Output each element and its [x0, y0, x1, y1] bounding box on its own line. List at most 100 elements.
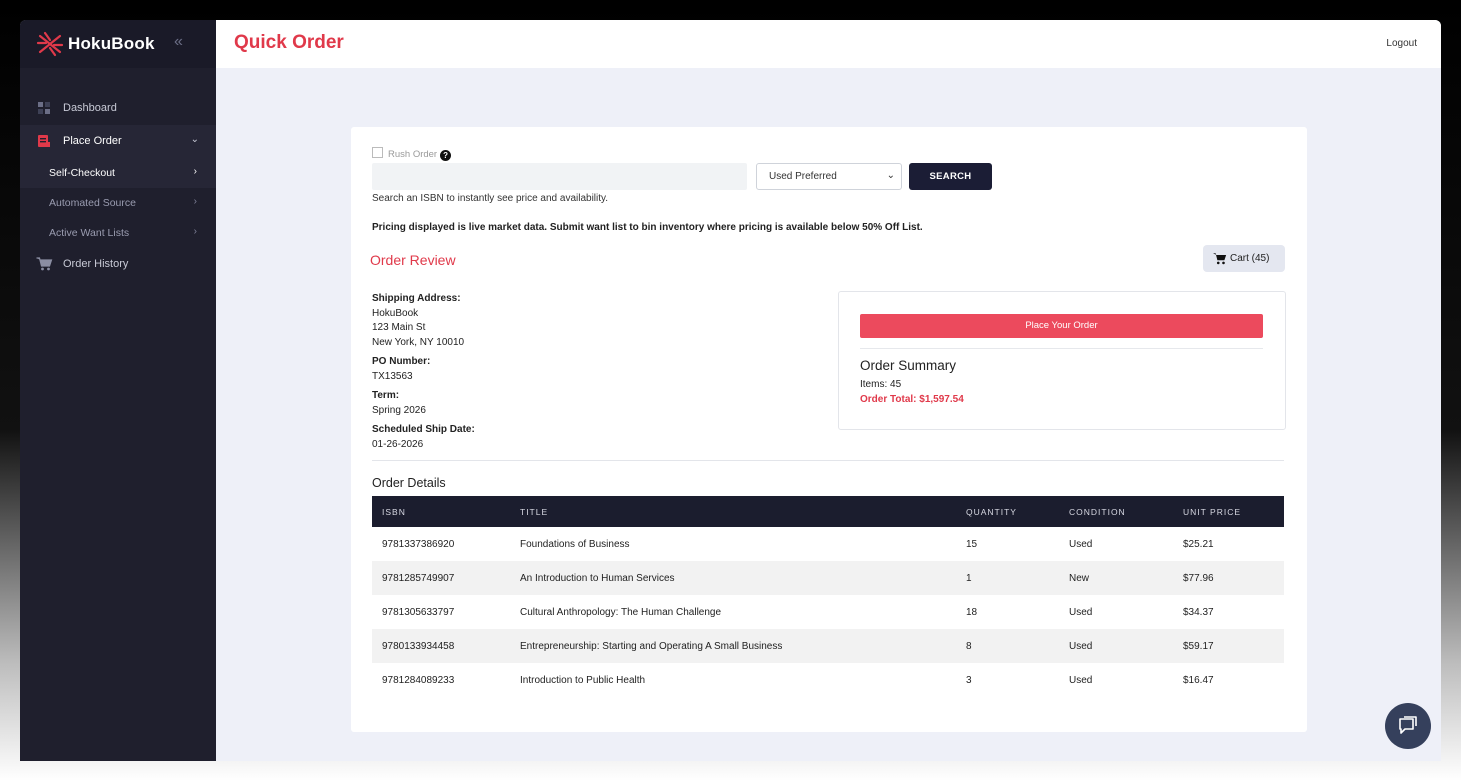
sidebar-subitem-label: Automated Source — [49, 197, 136, 209]
cell-condition: Used — [1069, 538, 1093, 550]
summary-divider — [860, 348, 1263, 349]
chevron-right-icon: › — [193, 226, 197, 237]
cell-condition: Used — [1069, 606, 1093, 618]
cell-isbn: 9781284089233 — [382, 674, 455, 686]
shipping-line: 123 Main St — [372, 322, 426, 333]
cell-title: Foundations of Business — [520, 538, 630, 550]
rush-order-label: Rush Order — [388, 149, 438, 160]
column-header-title: TITLE — [520, 506, 549, 517]
sidebar-item-place-order[interactable]: Place Order ⌄ — [20, 125, 216, 158]
cell-quantity: 18 — [966, 606, 978, 618]
sidebar-subitem-active-want-lists[interactable]: Active Want Lists › — [20, 218, 216, 248]
sidebar-item-label: Order History — [63, 258, 129, 270]
table-row: 9780133934458 Entrepreneurship: Starting… — [372, 629, 1284, 663]
chevron-down-icon: ⌄ — [886, 170, 895, 181]
cell-condition: Used — [1069, 640, 1093, 652]
cell-quantity: 3 — [966, 674, 972, 686]
sidebar-item-label: Dashboard — [63, 102, 117, 114]
cell-quantity: 8 — [966, 640, 972, 652]
cell-unit-price: $16.47 — [1183, 674, 1214, 686]
cart-button[interactable]: Cart (45) — [1203, 245, 1285, 272]
term-value: Spring 2026 — [372, 404, 426, 416]
cart-icon — [1213, 253, 1227, 265]
table-header-row: ISBN TITLE QUANTITY CONDITION UNIT PRICE — [372, 496, 1284, 527]
cell-title: Entrepreneurship: Starting and Operating… — [520, 640, 783, 652]
chevron-right-icon: › — [193, 196, 197, 207]
sidebar-item-order-history[interactable]: Order History — [20, 248, 216, 281]
cell-title: An Introduction to Human Services — [520, 572, 675, 584]
po-number-label: PO Number: — [372, 356, 431, 367]
dashboard-icon — [38, 102, 50, 114]
cell-title: Introduction to Public Health — [520, 674, 646, 686]
condition-select[interactable]: Used Preferred ⌄ — [756, 163, 902, 190]
ship-date-value: 01-26-2026 — [372, 438, 424, 450]
rush-order-checkbox[interactable] — [372, 147, 383, 158]
sidebar-subitem-label: Active Want Lists — [49, 227, 130, 239]
cell-unit-price: $25.21 — [1183, 538, 1214, 550]
cell-condition: New — [1069, 572, 1090, 584]
ship-date-label: Scheduled Ship Date: — [372, 424, 475, 435]
order-form-icon — [38, 135, 50, 147]
isbn-search-input[interactable] — [372, 163, 747, 190]
sidebar-item-label: Place Order — [63, 135, 122, 147]
cell-condition: Used — [1069, 674, 1093, 686]
help-icon[interactable]: ? — [440, 150, 452, 161]
shipping-address-label: Shipping Address: — [372, 293, 461, 304]
cell-unit-price: $77.96 — [1183, 572, 1214, 584]
page-title: Quick Order — [234, 32, 344, 53]
shipping-info: Shipping Address: HokuBook 123 Main St N… — [372, 292, 475, 452]
order-items-count: Items: 45 — [860, 379, 902, 390]
chat-icon — [1399, 716, 1417, 734]
hokubook-logo-icon — [36, 31, 64, 57]
brand-name: HokuBook — [68, 34, 155, 53]
chevron-down-icon: ⌄ — [190, 134, 199, 145]
sidebar-nav: Dashboard Place Order ⌄ Self-Checkout › … — [20, 92, 216, 281]
order-summary-box: Place Your Order Order Summary Items: 45… — [838, 291, 1286, 430]
cell-quantity: 1 — [966, 572, 972, 584]
sidebar-subitem-label: Self-Checkout — [49, 167, 115, 179]
order-details-table: ISBN TITLE QUANTITY CONDITION UNIT PRICE… — [372, 496, 1284, 697]
table-row: 9781337386920 Foundations of Business 15… — [372, 527, 1284, 561]
condition-selected-value: Used Preferred — [769, 171, 837, 182]
logout-link[interactable]: Logout — [1386, 38, 1417, 49]
app-window: HokuBook « Dashboard Place Order ⌄ Self-… — [20, 20, 1441, 761]
place-order-button[interactable]: Place Your Order — [860, 314, 1263, 338]
rush-order-toggle[interactable]: Rush Order? — [372, 147, 452, 161]
cell-unit-price: $34.37 — [1183, 606, 1214, 618]
cell-isbn: 9780133934458 — [382, 640, 455, 652]
table-row: 9781305633797 Cultural Anthropology: The… — [372, 595, 1284, 629]
shipping-line: HokuBook — [372, 307, 419, 319]
column-header-condition: CONDITION — [1069, 506, 1126, 517]
sidebar-item-dashboard[interactable]: Dashboard — [20, 92, 216, 125]
cell-quantity: 15 — [966, 538, 978, 550]
cell-isbn: 9781337386920 — [382, 538, 455, 550]
search-hint: Search an ISBN to instantly see price an… — [372, 193, 609, 204]
pricing-note: Pricing displayed is live market data. S… — [372, 222, 923, 233]
chevron-right-icon: › — [193, 166, 197, 177]
cell-title: Cultural Anthropology: The Human Challen… — [520, 606, 722, 618]
search-button[interactable]: SEARCH — [909, 163, 992, 190]
sidebar-subitem-automated-source[interactable]: Automated Source › — [20, 188, 216, 218]
section-divider — [372, 460, 1284, 461]
order-review-title: Order Review — [370, 252, 456, 268]
sidebar-subitem-self-checkout[interactable]: Self-Checkout › — [20, 158, 216, 188]
cell-isbn: 9781285749907 — [382, 572, 455, 584]
column-header-isbn: ISBN — [382, 506, 406, 517]
order-total: Order Total: $1,597.54 — [860, 394, 964, 405]
cell-unit-price: $59.17 — [1183, 640, 1214, 652]
shipping-line: New York, NY 10010 — [372, 336, 465, 348]
collapse-sidebar-icon[interactable]: « — [174, 34, 190, 50]
cart-icon — [36, 257, 53, 271]
quick-order-card: Rush Order? Used Preferred ⌄ SEARCH Sear… — [351, 127, 1307, 732]
table-row: 9781285749907 An Introduction to Human S… — [372, 561, 1284, 595]
chat-launcher-button[interactable] — [1385, 703, 1431, 749]
cart-label: Cart (45) — [1230, 253, 1270, 264]
sidebar: HokuBook « Dashboard Place Order ⌄ Self-… — [20, 20, 216, 761]
column-header-unit-price: UNIT PRICE — [1183, 506, 1242, 517]
top-header: Quick Order Logout — [216, 20, 1441, 68]
term-label: Term: — [372, 390, 400, 401]
po-number-value: TX13563 — [372, 370, 413, 382]
brand-bar: HokuBook « — [20, 20, 216, 68]
cell-isbn: 9781305633797 — [382, 606, 455, 618]
column-header-quantity: QUANTITY — [966, 506, 1017, 517]
